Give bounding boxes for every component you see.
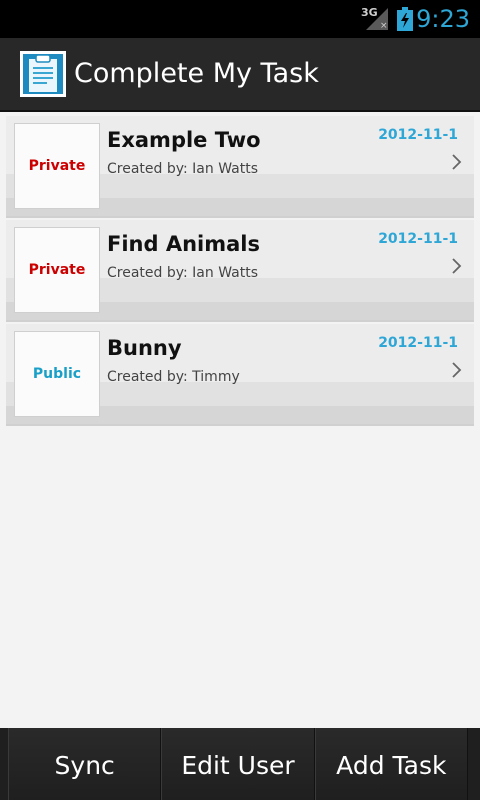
visibility-label: Public [32, 366, 82, 382]
visibility-box: Private [14, 123, 100, 209]
status-time: 9:23 [416, 5, 470, 33]
edit-user-button[interactable]: Edit User [161, 728, 315, 800]
task-creator: Created by: Ian Watts [107, 161, 259, 177]
task-list: Private Example Two Created by: Ian Watt… [6, 116, 474, 428]
task-title: Find Animals [107, 232, 260, 256]
visibility-box: Private [14, 227, 100, 313]
task-title: Example Two [107, 128, 261, 152]
status-bar: 3G × 9:23 [0, 0, 480, 38]
task-creator: Created by: Ian Watts [107, 265, 259, 281]
task-row[interactable]: Public Bunny Created by: Timmy 2012-11-1 [6, 324, 474, 426]
visibility-label: Private [28, 262, 86, 278]
task-title: Bunny [107, 336, 182, 360]
svg-text:×: × [380, 21, 388, 30]
clipboard-icon[interactable] [20, 51, 66, 97]
visibility-label: Private [28, 158, 86, 174]
visibility-box: Public [14, 331, 100, 417]
task-date: 2012-11-1 [378, 335, 458, 351]
add-task-button[interactable]: Add Task [314, 728, 468, 800]
task-creator: Created by: Timmy [107, 369, 240, 385]
signal-icon: × [366, 8, 388, 30]
action-bar: Complete My Task [0, 38, 480, 112]
task-date: 2012-11-1 [378, 127, 458, 143]
chevron-right-icon [452, 362, 462, 378]
sync-button[interactable]: Sync [8, 728, 162, 800]
chevron-right-icon [452, 258, 462, 274]
app-title: Complete My Task [74, 58, 319, 89]
chevron-right-icon [452, 154, 462, 170]
battery-charging-icon [397, 7, 413, 31]
task-row[interactable]: Private Find Animals Created by: Ian Wat… [6, 220, 474, 322]
task-date: 2012-11-1 [378, 231, 458, 247]
bottom-bar: Sync Edit User Add Task [0, 728, 480, 800]
task-row[interactable]: Private Example Two Created by: Ian Watt… [6, 116, 474, 218]
